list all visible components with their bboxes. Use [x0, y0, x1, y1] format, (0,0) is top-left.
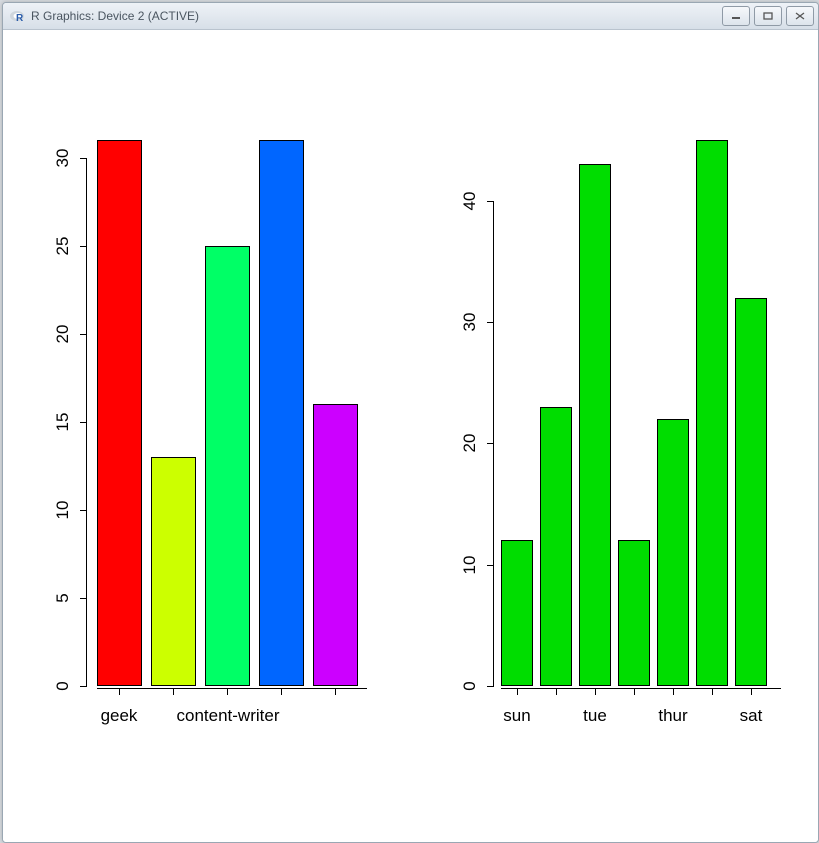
- chart-right-bar-sun: [501, 540, 533, 686]
- window-controls: [722, 6, 814, 26]
- chart-right-xtick-tue: [595, 688, 596, 695]
- chart-right-xticklabel-sun: sun: [492, 706, 542, 726]
- chart-left-bar-1: [97, 140, 142, 686]
- chart-right-yticklabel-30: 30: [460, 307, 480, 337]
- chart-right-yticklabel-0: 0: [460, 676, 480, 696]
- chart-right-bar-sat: [735, 298, 767, 686]
- chart-left-xtick-2: [173, 688, 174, 695]
- chart-right: 0 10 20 30 40 sun tue thur sat: [410, 30, 817, 842]
- chart-right-yticklabel-10: 10: [460, 550, 480, 580]
- chart-right-bar-tue: [579, 164, 611, 686]
- chart-left-ytick-10: [80, 510, 87, 511]
- chart-left-ytick-0: [80, 686, 87, 687]
- close-button[interactable]: [786, 6, 814, 26]
- chart-right-xtick-wed: [634, 688, 635, 695]
- chart-left-bar-3: [205, 246, 250, 686]
- chart-left-xtick-5: [335, 688, 336, 695]
- chart-left-ytick-25: [80, 246, 87, 247]
- chart-right-ytick-10: [487, 565, 494, 566]
- chart-left-bar-5: [313, 404, 358, 686]
- chart-right-xtick-mon: [556, 688, 557, 695]
- chart-left-xtick-1: [119, 688, 120, 695]
- chart-left-x-axis: [97, 688, 367, 689]
- chart-left-xtick-3: [227, 688, 228, 695]
- chart-right-plot: [495, 140, 789, 686]
- chart-left-yticklabel-20: 20: [53, 319, 73, 349]
- chart-right-ytick-0: [487, 686, 494, 687]
- chart-right-ytick-20: [487, 443, 494, 444]
- chart-right-bar-wed: [618, 540, 650, 686]
- chart-right-yticklabel-40: 40: [460, 186, 480, 216]
- chart-left-xticklabel-1: geek: [79, 706, 159, 726]
- chart-right-ytick-30: [487, 322, 494, 323]
- chart-left-yticklabel-5: 5: [53, 588, 73, 608]
- chart-left-ytick-20: [80, 334, 87, 335]
- chart-left-ytick-5: [80, 598, 87, 599]
- chart-left-yticklabel-30: 30: [53, 143, 73, 173]
- chart-right-xtick-sun: [517, 688, 518, 695]
- maximize-button[interactable]: [754, 6, 782, 26]
- chart-left: 0 5 10 15 20 25 30 geek content-writer: [3, 30, 410, 842]
- window-title: R Graphics: Device 2 (ACTIVE): [31, 9, 199, 23]
- chart-left-yticklabel-25: 25: [53, 231, 73, 261]
- chart-right-x-axis: [501, 688, 781, 689]
- chart-right-bar-thur: [657, 419, 689, 686]
- minimize-button[interactable]: [722, 6, 750, 26]
- plot-canvas: 0 5 10 15 20 25 30 geek content-writer: [3, 30, 818, 842]
- chart-left-bar-2: [151, 457, 196, 686]
- chart-right-xtick-sat: [751, 688, 752, 695]
- chart-right-ytick-40: [487, 201, 494, 202]
- r-logo-icon: R: [9, 8, 25, 24]
- chart-left-xtick-4: [281, 688, 282, 695]
- chart-left-plot: [88, 140, 382, 686]
- chart-right-xtick-fri: [712, 688, 713, 695]
- chart-right-bar-mon: [540, 407, 572, 686]
- svg-text:R: R: [16, 13, 24, 24]
- chart-right-xticklabel-thur: thur: [648, 706, 698, 726]
- chart-left-yticklabel-10: 10: [53, 495, 73, 525]
- chart-left-yticklabel-0: 0: [53, 676, 73, 696]
- chart-left-yticklabel-15: 15: [53, 407, 73, 437]
- chart-left-bar-4: [259, 140, 304, 686]
- titlebar[interactable]: R R Graphics: Device 2 (ACTIVE): [3, 3, 818, 30]
- chart-right-bar-fri: [696, 140, 728, 686]
- chart-right-xticklabel-tue: tue: [570, 706, 620, 726]
- chart-right-yticklabel-20: 20: [460, 428, 480, 458]
- chart-left-ytick-15: [80, 422, 87, 423]
- chart-right-xticklabel-sat: sat: [726, 706, 776, 726]
- app-window: R R Graphics: Device 2 (ACTIVE): [2, 2, 819, 843]
- chart-left-ytick-30: [80, 158, 87, 159]
- chart-right-xtick-thur: [673, 688, 674, 695]
- chart-left-xticklabel-2: content-writer: [163, 706, 293, 726]
